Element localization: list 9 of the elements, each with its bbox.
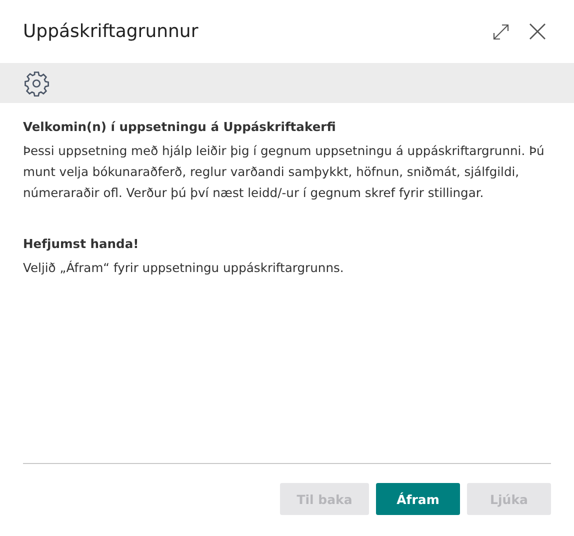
gear-icon[interactable] [23,70,50,96]
close-icon[interactable] [529,23,546,40]
dialog-title: Uppáskriftagrunnur [23,21,200,42]
wizard-button[interactable]: Áfram [376,483,460,515]
expand-icon[interactable] [493,24,509,40]
welcome-heading: Velkomin(n) í uppsetningu á Uppáskriftakerfi [23,120,337,134]
intro-paragraph: Þessi uppsetning með hjálp leiðir þig í gegnum uppsetningu á uppáskriftargrunni. Þú munt velja bókunaraðferð, reglur varðandi samþykkt, höfnun, sniðmát, sjálfgildi, númeraraðir ofl. Verður þú því næst leidd/-ur í gegnum skref fyrir stillingar. [23,143,546,202]
subheading: Hefjumst handa! [23,237,140,251]
instruction-text: Veljið „Áfram“ fyrir uppsetningu uppáskriftargrunns. [23,260,345,277]
